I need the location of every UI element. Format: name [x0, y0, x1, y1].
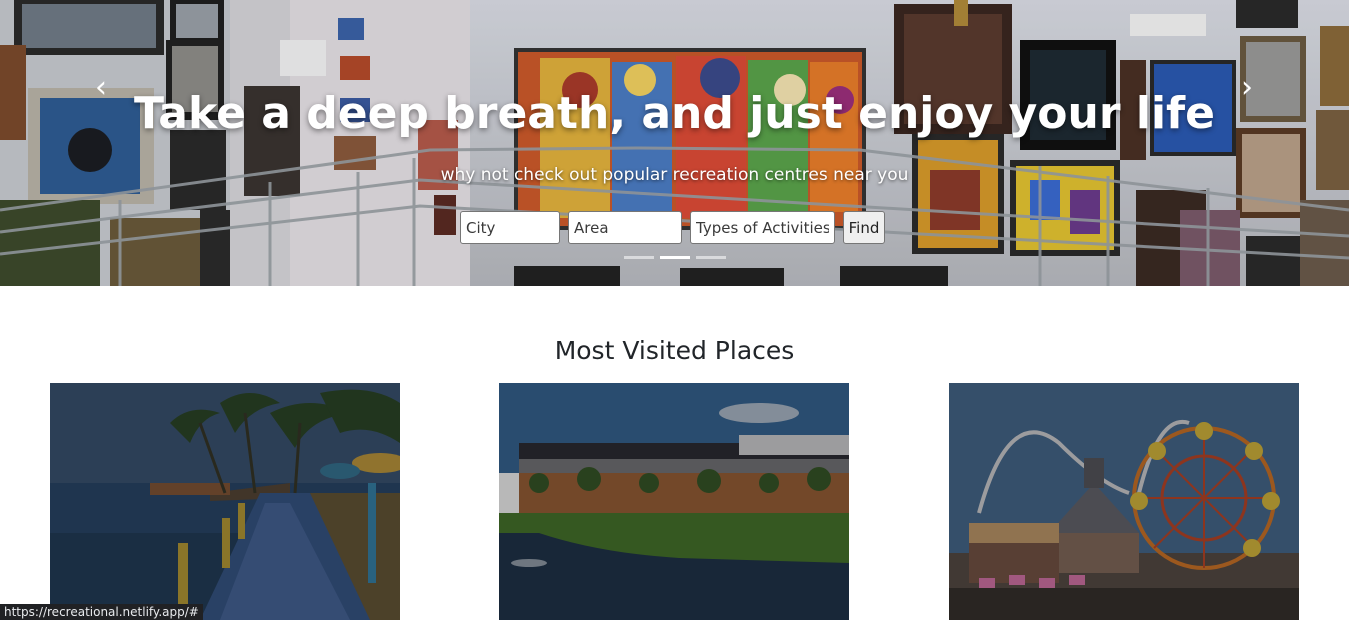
carousel-indicator-active[interactable]: [660, 256, 690, 259]
place-card-mall[interactable]: [499, 383, 849, 620]
carousel-indicator[interactable]: [696, 256, 726, 259]
hero-subtitle: why not check out popular recreation cen…: [440, 165, 909, 185]
activities-input[interactable]: [690, 211, 835, 244]
card-dim-overlay: [50, 383, 400, 620]
carousel-indicator[interactable]: [624, 256, 654, 259]
hero-title: Take a deep breath, and just enjoy your …: [133, 88, 1216, 139]
city-input[interactable]: [460, 211, 560, 244]
hero-carousel: ‹ › Take a deep breath, and just enjoy y…: [0, 0, 1349, 286]
place-card-beach[interactable]: [50, 383, 400, 620]
carousel-indicators: [624, 256, 726, 259]
card-dim-overlay: [499, 383, 849, 620]
card-dim-overlay: [949, 383, 1299, 620]
section-title: Most Visited Places: [554, 336, 795, 365]
find-button[interactable]: Find: [843, 211, 885, 244]
status-bar-url: https://recreational.netlify.app/#: [0, 604, 203, 620]
search-form: Find: [460, 211, 885, 245]
place-card-amusement-park[interactable]: [949, 383, 1299, 620]
area-input[interactable]: [568, 211, 682, 244]
